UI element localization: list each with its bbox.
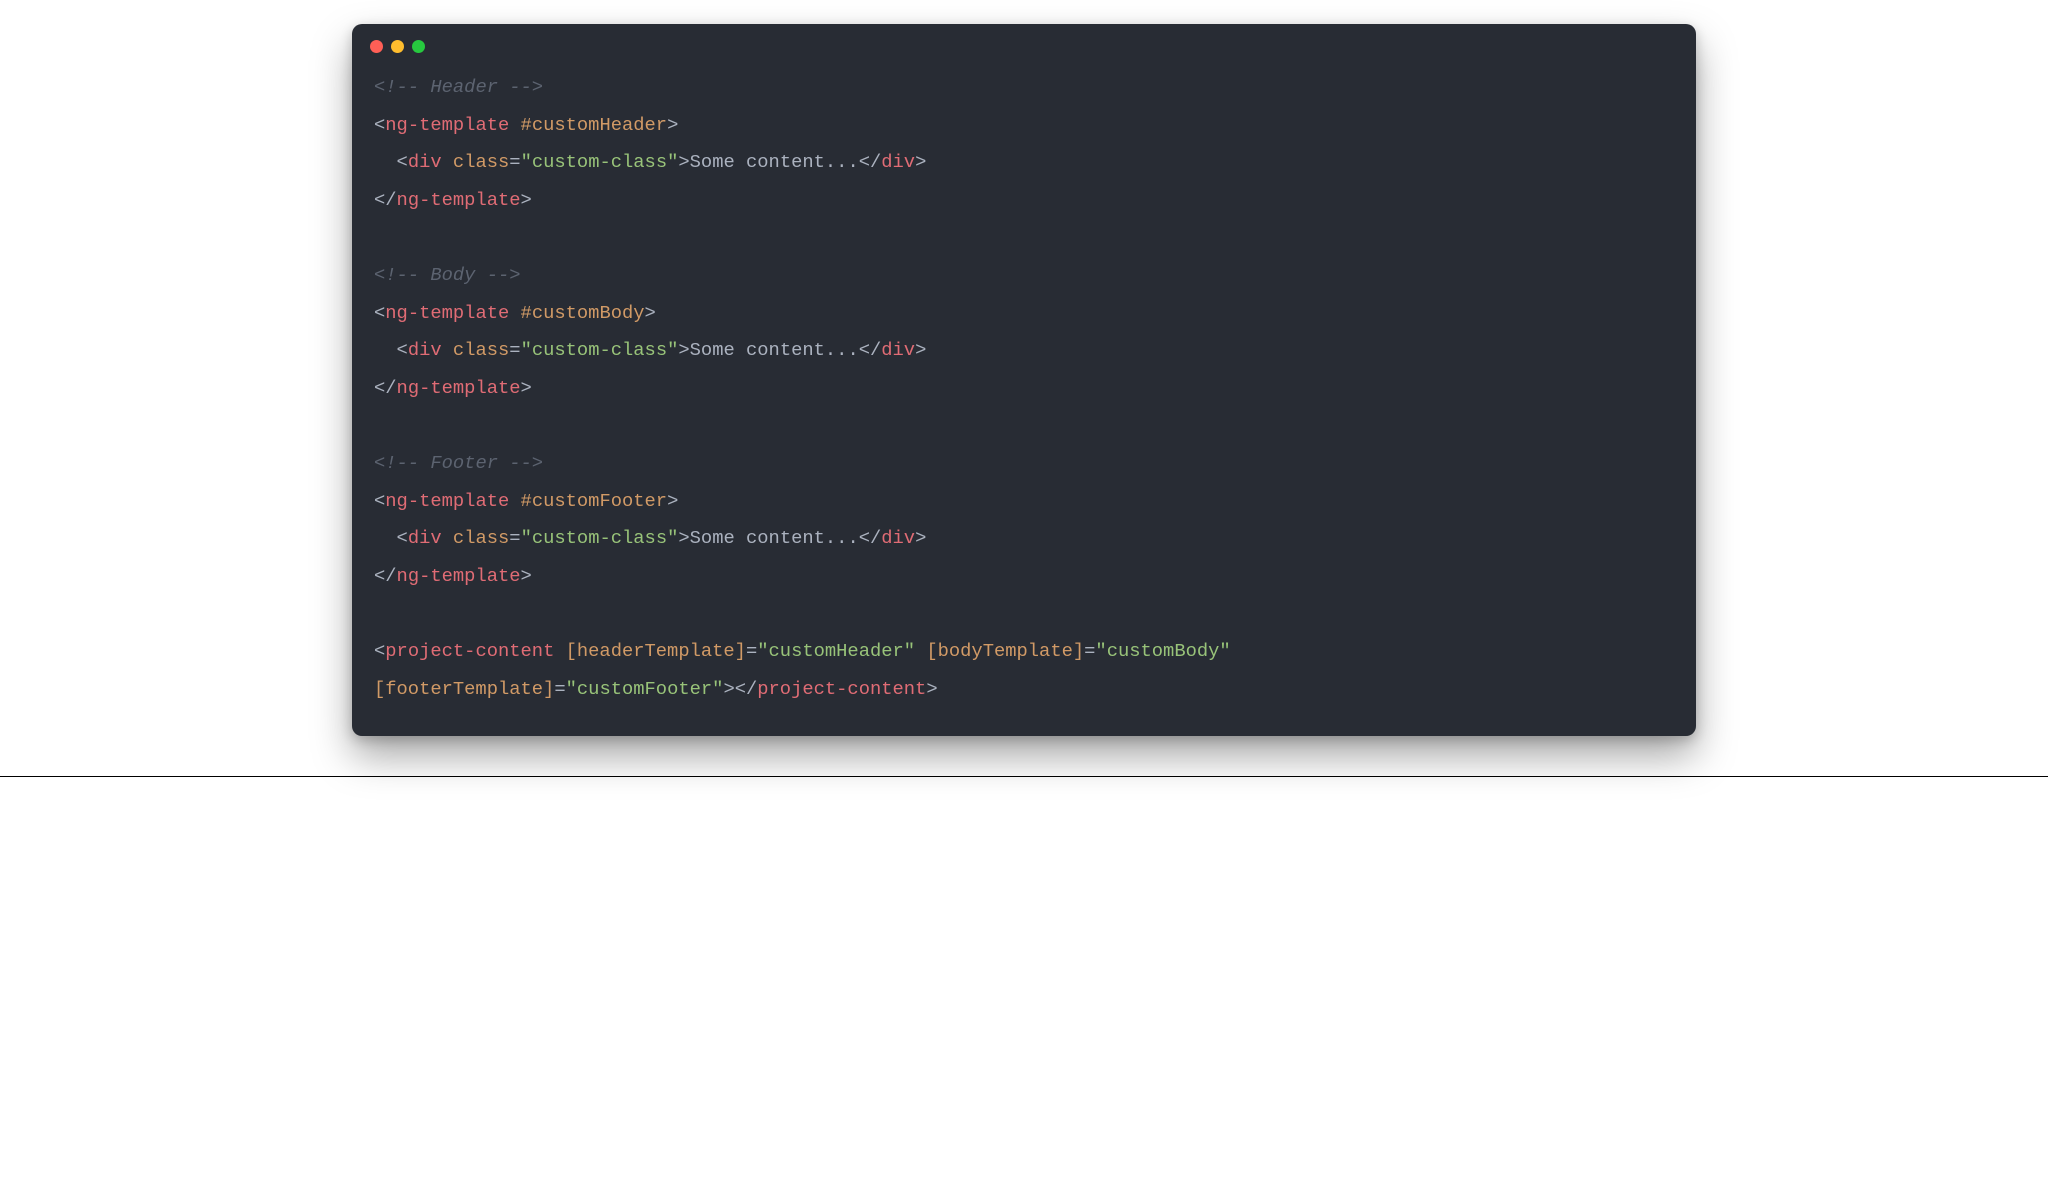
attr-class: class: [453, 151, 509, 173]
close-icon[interactable]: [370, 40, 383, 53]
template-ref-footer: #customFooter: [521, 490, 668, 512]
comment-body: <!-- Body -->: [374, 264, 521, 286]
attr-footer-template: [footerTemplate]: [374, 678, 554, 700]
attr-header-template: [headerTemplate]: [566, 640, 746, 662]
code-block[interactable]: <!-- Header --> <ng-template #customHead…: [352, 57, 1696, 714]
zoom-icon[interactable]: [412, 40, 425, 53]
minimize-icon[interactable]: [391, 40, 404, 53]
window-titlebar: [352, 24, 1696, 57]
tag-div: div: [408, 151, 442, 173]
code-window: <!-- Header --> <ng-template #customHead…: [352, 24, 1696, 736]
attr-body-template: [bodyTemplate]: [926, 640, 1084, 662]
tag-ng-template: ng-template: [385, 114, 509, 136]
divider: [0, 776, 2048, 777]
angle-open: <: [374, 114, 385, 136]
template-ref-body: #customBody: [521, 302, 645, 324]
comment-footer: <!-- Footer -->: [374, 452, 543, 474]
tag-project-content: project-content: [385, 640, 554, 662]
comment-header: <!-- Header -->: [374, 76, 543, 98]
div-text: Some content...: [690, 151, 859, 173]
template-ref-header: #customHeader: [521, 114, 668, 136]
class-value: custom-class: [532, 151, 667, 173]
page-stage: <!-- Header --> <ng-template #customHead…: [296, 0, 1752, 776]
